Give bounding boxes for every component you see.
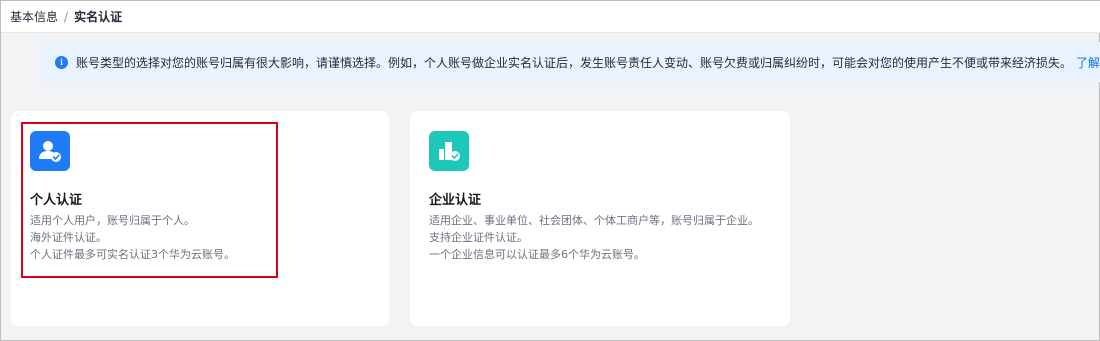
personal-verification-card[interactable]: 个人认证 适用个人用户，账号归属于个人。 海外证件认证。 个人证件最多可实名认证…	[11, 111, 389, 326]
learn-more-link[interactable]: 了解详情	[1076, 54, 1100, 71]
enterprise-desc-line: 一个企业信息可以认证最多6个华为云账号。	[429, 248, 645, 261]
enterprise-desc-line: 支持企业证件认证。	[429, 231, 528, 244]
enterprise-desc-line: 适用企业、事业单位、社会团体、个体工商户等，账号归属于企业。	[429, 214, 759, 227]
breadcrumb-parent[interactable]: 基本信息	[10, 8, 58, 25]
breadcrumb-current: 实名认证	[74, 10, 123, 24]
building-verified-icon	[429, 131, 469, 171]
enterprise-card-description: 适用企业、事业单位、社会团体、个体工商户等，账号归属于企业。 支持企业证件认证。…	[429, 212, 774, 263]
info-icon: i	[55, 55, 68, 69]
personal-card-description: 适用个人用户，账号归属于个人。 海外证件认证。 个人证件最多可实名认证3个华为云…	[30, 212, 375, 263]
enterprise-verification-card[interactable]: 企业认证 适用企业、事业单位、社会团体、个体工商户等，账号归属于企业。 支持企业…	[410, 111, 790, 326]
breadcrumb-separator: /	[64, 9, 69, 24]
personal-desc-line: 个人证件最多可实名认证3个华为云账号。	[30, 248, 235, 261]
user-verified-icon	[30, 131, 70, 171]
personal-desc-line: 海外证件认证。	[30, 231, 107, 244]
enterprise-card-title: 企业认证	[429, 193, 482, 208]
notice-text: 账号类型的选择对您的账号归属有很大影响，请谨慎选择。例如，个人账号做企业实名认证…	[76, 55, 1073, 70]
personal-card-title: 个人认证	[30, 193, 83, 208]
notice-banner: i 账号类型的选择对您的账号归属有很大影响，请谨慎选择。例如，个人账号做企业实名…	[41, 42, 1100, 82]
breadcrumb: 基本信息 / 实名认证	[1, 1, 1100, 33]
personal-desc-line: 适用个人用户，账号归属于个人。	[30, 214, 195, 227]
